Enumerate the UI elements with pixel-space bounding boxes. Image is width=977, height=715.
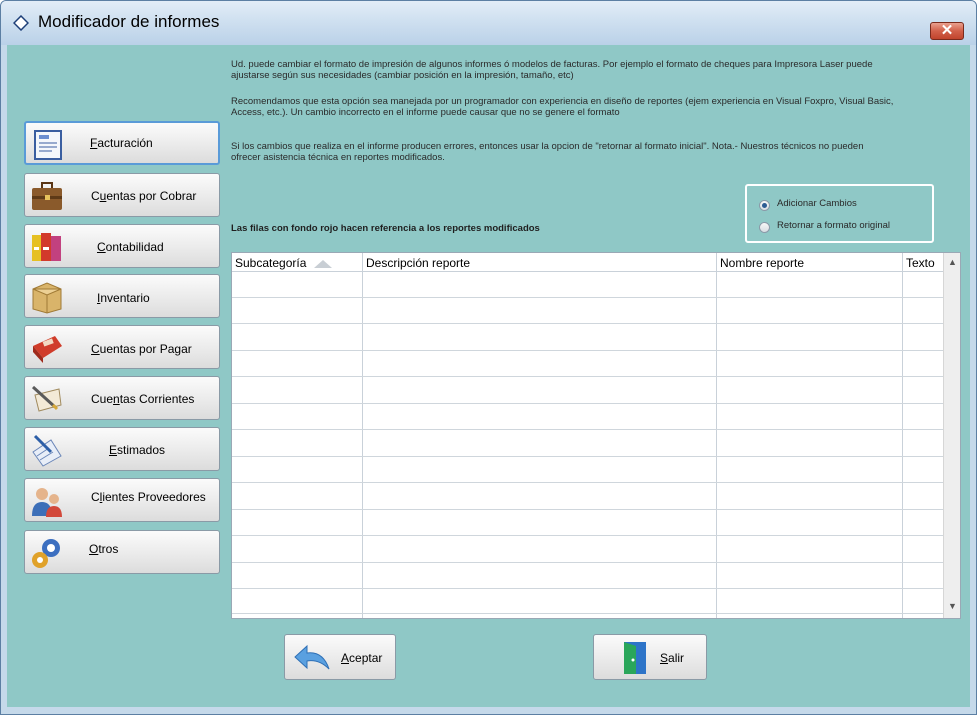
info-line: Ud. puede cambiar el formato de impresió… bbox=[231, 59, 873, 70]
column-divider bbox=[902, 253, 903, 618]
accept-button[interactable]: Aceptar bbox=[284, 634, 396, 680]
client-area: Ud. puede cambiar el formato de impresió… bbox=[7, 45, 970, 707]
row-divider bbox=[232, 429, 943, 430]
app-diamond-icon bbox=[13, 15, 29, 31]
info-line: Si los cambios que realiza en el informe… bbox=[231, 141, 864, 152]
sidebar-label: Clientes Proveedores bbox=[91, 490, 206, 504]
cash-register-icon bbox=[33, 336, 62, 363]
revert-format-radio[interactable] bbox=[759, 222, 770, 233]
modificador-window: Modificador de informes ✕ Ud. puede camb… bbox=[0, 0, 977, 715]
column-header-subcategory[interactable]: Subcategoría bbox=[232, 253, 362, 272]
sidebar-label: Cuentas por Cobrar bbox=[91, 189, 197, 203]
pen-paper-icon bbox=[31, 385, 62, 412]
reports-grid[interactable]: Subcategoría Descripción reporte Nombre … bbox=[231, 252, 961, 619]
sort-ascending-icon bbox=[314, 260, 332, 268]
column-header-label: Descripción reporte bbox=[366, 256, 471, 270]
row-divider bbox=[232, 482, 943, 483]
add-changes-label[interactable]: Adicionar Cambios bbox=[777, 198, 857, 209]
sidebar-button-facturacion[interactable]: Facturación bbox=[24, 121, 220, 165]
scroll-down-icon[interactable]: ▼ bbox=[944, 601, 960, 611]
report-mode-options: Adicionar Cambios Retornar a formato ori… bbox=[745, 184, 934, 243]
sidebar-label: Inventario bbox=[97, 291, 150, 305]
sidebar-button-inventario[interactable]: Inventario bbox=[24, 274, 220, 318]
close-icon: ✕ bbox=[940, 22, 954, 39]
edit-document-icon bbox=[32, 434, 62, 467]
row-divider bbox=[232, 535, 943, 536]
row-divider bbox=[232, 562, 943, 563]
sidebar-label: Otros bbox=[89, 542, 119, 556]
sidebar-label: Estimados bbox=[109, 443, 166, 457]
scroll-up-icon[interactable]: ▲ bbox=[944, 257, 960, 267]
invoice-icon bbox=[34, 130, 62, 160]
column-divider bbox=[716, 253, 717, 618]
row-divider bbox=[232, 376, 943, 377]
info-line: ofrecer asistencia técnica en reportes m… bbox=[231, 152, 445, 163]
sidebar-button-contabilidad[interactable]: Contabilidad bbox=[24, 224, 220, 268]
revert-format-label[interactable]: Retornar a formato original bbox=[777, 220, 890, 231]
exit-label: Salir bbox=[660, 651, 685, 665]
row-divider bbox=[232, 323, 943, 324]
title-bar: Modificador de informes ✕ bbox=[1, 1, 976, 45]
exit-button[interactable]: Salir bbox=[593, 634, 707, 680]
column-header-label: Subcategoría bbox=[235, 256, 307, 270]
sidebar-label: Cuentas por Pagar bbox=[91, 342, 192, 356]
row-divider bbox=[232, 588, 943, 589]
info-line: Access, etc.). Un cambio incorrecto en e… bbox=[231, 107, 620, 118]
row-divider bbox=[232, 403, 943, 404]
row-divider bbox=[232, 509, 943, 510]
exit-door-icon bbox=[624, 642, 646, 674]
modified-reports-note: Las filas con fondo rojo hacen referenci… bbox=[231, 223, 540, 234]
info-line: ajustarse según sus necesidades (cambiar… bbox=[231, 70, 574, 81]
undo-arrow-icon bbox=[294, 644, 330, 670]
sidebar-label: Contabilidad bbox=[97, 240, 164, 254]
binders-icon bbox=[32, 233, 61, 261]
box-icon bbox=[32, 282, 62, 314]
gears-icon bbox=[32, 539, 60, 568]
info-paragraph-3: Si los cambios que realiza en el informe… bbox=[231, 141, 951, 163]
people-icon bbox=[32, 488, 62, 517]
column-header-label: Nombre reporte bbox=[720, 256, 805, 270]
info-paragraph-2: Recomendamos que esta opción sea manejad… bbox=[231, 96, 951, 118]
close-button[interactable]: ✕ bbox=[930, 22, 964, 40]
accept-label: Aceptar bbox=[341, 651, 383, 665]
sidebar-button-cuentas-por-cobrar[interactable]: Cuentas por Cobrar bbox=[24, 173, 220, 217]
window-title: Modificador de informes bbox=[38, 12, 220, 31]
sidebar-button-otros[interactable]: Otros bbox=[24, 530, 220, 574]
column-header-description[interactable]: Descripción reporte bbox=[363, 253, 716, 272]
sidebar-button-cuentas-corrientes[interactable]: Cuentas Corrientes bbox=[24, 376, 220, 420]
vertical-scrollbar[interactable]: ▲ ▼ bbox=[943, 253, 960, 618]
column-header-text[interactable]: Texto bbox=[903, 253, 943, 272]
info-paragraph-1: Ud. puede cambiar el formato de impresió… bbox=[231, 59, 951, 81]
row-divider bbox=[232, 456, 943, 457]
briefcase-icon bbox=[32, 182, 62, 210]
info-line: Recomendamos que esta opción sea manejad… bbox=[231, 96, 894, 107]
column-divider bbox=[362, 253, 363, 618]
sidebar-button-estimados[interactable]: Estimados bbox=[24, 427, 220, 471]
sidebar-label: Cuentas Corrientes bbox=[91, 392, 195, 406]
sidebar-button-cuentas-por-pagar[interactable]: Cuentas por Pagar bbox=[24, 325, 220, 369]
row-divider bbox=[232, 350, 943, 351]
column-header-report-name[interactable]: Nombre reporte bbox=[717, 253, 902, 272]
column-header-label: Texto bbox=[906, 256, 935, 270]
sidebar-label: Facturación bbox=[90, 136, 153, 150]
row-divider bbox=[232, 613, 943, 614]
add-changes-radio[interactable] bbox=[759, 200, 770, 211]
row-divider bbox=[232, 297, 943, 298]
sidebar-button-clientes-proveedores[interactable]: Clientes Proveedores bbox=[24, 478, 220, 522]
